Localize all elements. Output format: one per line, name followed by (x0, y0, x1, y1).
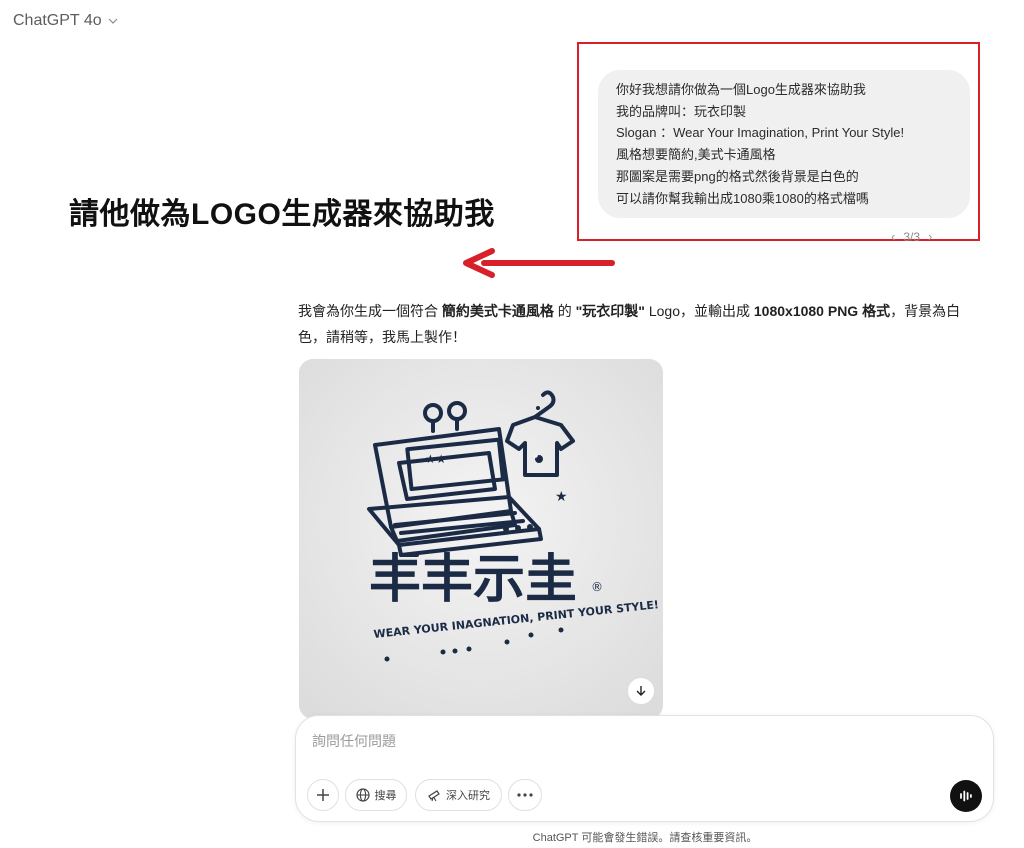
user-message-line: 可以請你幫我輸出成1080乘1080的格式檔嗎 (616, 190, 869, 206)
assistant-text-bold: "玩衣印製" (575, 303, 645, 319)
footer-disclaimer: ChatGPT 可能會發生錯誤。請查核重要資訊。 (532, 832, 758, 844)
telescope-icon (428, 790, 440, 802)
more-horizontal-icon (517, 793, 533, 797)
globe-icon (355, 788, 370, 802)
user-message-line: 風格想要簡約,美式卡通風格 (616, 147, 776, 163)
model-selector[interactable]: ChatGPT 4o (13, 12, 118, 30)
svg-text:★★: ★★ (425, 452, 447, 466)
assistant-message: 我會為你生成一個符合 簡約美式卡通風格 的 "玩衣印製" Logo，並輸出成 1… (298, 298, 978, 350)
assistant-text-bold: 簡約美式卡通風格 (441, 303, 554, 319)
search-button[interactable]: 搜尋 (345, 779, 407, 811)
plus-icon (317, 789, 329, 801)
svg-text:★: ★ (555, 489, 568, 505)
prompt-input[interactable]: 詢問任何問題 (312, 731, 396, 751)
arrow-left-icon (463, 248, 615, 278)
user-message-line: Slogan ：Wear Your Imagination, Print You… (616, 125, 905, 141)
chevron-left-icon[interactable]: ‹ (891, 229, 895, 244)
assistant-text-segment: 我會為你生成一個符合 (298, 303, 442, 319)
chat-page: ChatGPT 4o 你好我想請你做為一個Logo生成器來協助我 我的品牌叫：玩… (0, 0, 1024, 848)
chevron-right-icon[interactable]: › (928, 229, 932, 244)
assistant-text-bold: 1080x1080 PNG 格式 (753, 303, 891, 319)
deep-research-button[interactable]: 深入研究 (415, 779, 502, 811)
search-button-label: 搜尋 (374, 790, 397, 802)
generated-logo-image[interactable]: ★★ ★ 丰丰示圭 ® WEAR YOUR INAGNATION, PRINT … (299, 359, 663, 719)
user-message-line: 那圖案是需要png的格式然後背景是白色的 (616, 168, 859, 184)
more-options-button[interactable] (508, 779, 542, 811)
registered-mark: ® (591, 580, 603, 594)
user-message-bubble: 你好我想請你做為一個Logo生成器來協助我 我的品牌叫：玩衣印製 Slogan … (598, 70, 970, 218)
chevron-down-icon (108, 18, 118, 24)
version-counter: 3/3 (903, 229, 921, 244)
logo-illustration: ★★ ★ 丰丰示圭 ® WEAR YOUR INAGNATION, PRINT … (299, 359, 663, 719)
chat-composer[interactable]: 詢問任何問題 搜尋 深入研究 (295, 715, 994, 822)
add-attachment-button[interactable] (307, 779, 339, 811)
voice-wave-icon (960, 790, 972, 802)
download-icon[interactable] (627, 677, 655, 705)
deep-research-label: 深入研究 (446, 790, 490, 802)
message-version-pager: ‹ 3/3 › (891, 229, 932, 244)
logo-lettering: 丰丰示圭 (369, 550, 577, 610)
annotation-caption: 請他做為LOGO生成器來協助我 (69, 198, 495, 231)
assistant-text-segment: 的 (553, 303, 576, 319)
voice-mode-button[interactable] (950, 780, 982, 812)
user-message-line: 你好我想請你做為一個Logo生成器來協助我 (616, 82, 866, 97)
model-name: ChatGPT 4o (13, 12, 102, 29)
user-message-line: 我的品牌叫：玩衣印製 (616, 103, 747, 119)
assistant-text-segment: Logo，並輸出成 (644, 303, 754, 319)
